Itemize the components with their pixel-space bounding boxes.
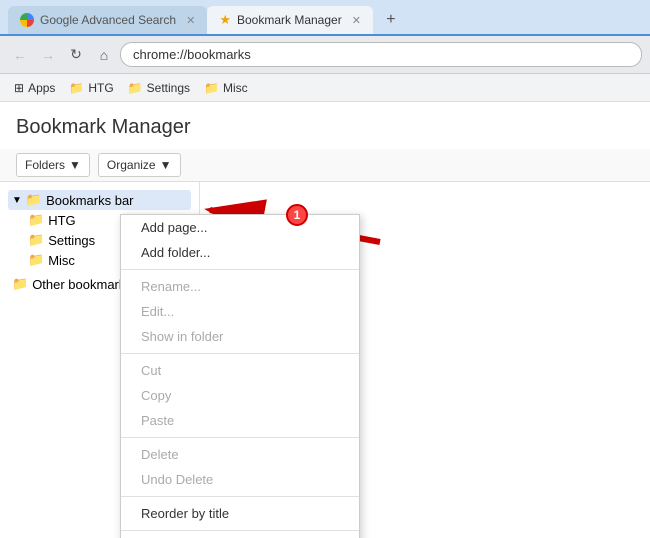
htg-label: HTG — [88, 81, 113, 95]
htg-tree-folder-icon: 📁 — [28, 212, 44, 228]
menu-sep-5 — [121, 530, 359, 531]
misc-tree-label: Misc — [48, 253, 75, 268]
settings-tree-label: Settings — [48, 233, 95, 248]
other-bookmarks-folder-icon: 📁 — [12, 276, 28, 292]
folders-label: Folders — [25, 158, 65, 172]
settings-label: Settings — [147, 81, 190, 95]
tab-bookmark-label: Bookmark Manager — [237, 13, 342, 27]
menu-show-in-folder: Show in folder — [121, 324, 359, 349]
bookmarks-bar-folder-icon: 📁 — [26, 192, 42, 208]
bm-content: ▼ 📁 Bookmarks bar 📁 HTG 📁 Settings 📁 — [0, 182, 650, 538]
other-bookmarks-tree-label: Other bookmarks — [32, 277, 132, 292]
bookmark-tab-star-icon: ★ — [219, 12, 231, 28]
refresh-button[interactable]: ↻ — [64, 43, 88, 67]
main-content: Bookmark Manager Folders ▼ Organize ▼ ▼ … — [0, 102, 650, 538]
organize-label: Organize — [107, 158, 156, 172]
misc-folder-icon: 📁 — [204, 81, 219, 95]
menu-paste: Paste — [121, 408, 359, 433]
menu-add-page[interactable]: Add page... — [121, 215, 359, 240]
menu-undo-delete: Undo Delete — [121, 467, 359, 492]
menu-sep-4 — [121, 496, 359, 497]
bm-toolbar: Folders ▼ Organize ▼ — [0, 149, 650, 182]
url-text: chrome://bookmarks — [133, 47, 251, 62]
settings-folder-icon: 📁 — [128, 81, 143, 95]
tab-google-advanced-search[interactable]: Google Advanced Search ✕ — [8, 6, 207, 34]
tab-bar: Google Advanced Search ✕ ★ Bookmark Mana… — [0, 0, 650, 36]
expand-icon: ▼ — [12, 195, 22, 206]
organize-button[interactable]: Organize ▼ — [98, 153, 181, 177]
menu-cut: Cut — [121, 358, 359, 383]
nav-bar: ← → ↻ ⌂ chrome://bookmarks — [0, 36, 650, 74]
forward-button[interactable]: → — [36, 43, 60, 67]
apps-label: Apps — [28, 81, 55, 95]
folders-button[interactable]: Folders ▼ — [16, 153, 90, 177]
organize-chevron-icon: ▼ — [160, 158, 172, 172]
bookmarks-bar-tree-label: Bookmarks bar — [46, 193, 133, 208]
address-bar[interactable]: chrome://bookmarks — [120, 42, 642, 67]
bookmarks-bar-misc[interactable]: 📁 Misc — [198, 79, 254, 97]
bookmarks-bar-settings[interactable]: 📁 Settings — [122, 79, 196, 97]
misc-label: Misc — [223, 81, 248, 95]
page-title: Bookmark Manager — [0, 102, 650, 149]
menu-copy: Copy — [121, 383, 359, 408]
tab-bookmark-manager[interactable]: ★ Bookmark Manager ✕ — [207, 6, 373, 34]
bookmarks-bar: ⊞ Apps 📁 HTG 📁 Settings 📁 Misc — [0, 74, 650, 102]
tab-bookmark-close-icon[interactable]: ✕ — [352, 14, 361, 27]
menu-edit: Edit... — [121, 299, 359, 324]
organize-dropdown-menu: Add page... Add folder... Rename... Edit… — [120, 214, 360, 538]
misc-tree-folder-icon: 📁 — [28, 252, 44, 268]
folders-chevron-icon: ▼ — [69, 158, 81, 172]
menu-add-folder[interactable]: Add folder... — [121, 240, 359, 265]
htg-folder-icon: 📁 — [69, 81, 84, 95]
tree-item-bookmarks-bar[interactable]: ▼ 📁 Bookmarks bar — [8, 190, 191, 210]
menu-delete: Delete — [121, 442, 359, 467]
apps-grid-icon: ⊞ — [14, 81, 24, 95]
menu-rename: Rename... — [121, 274, 359, 299]
menu-reorder-by-title[interactable]: Reorder by title — [121, 501, 359, 526]
new-tab-button[interactable]: + — [377, 6, 405, 34]
google-favicon-icon — [20, 13, 34, 27]
browser-frame: Google Advanced Search ✕ ★ Bookmark Mana… — [0, 0, 650, 538]
htg-tree-label: HTG — [48, 213, 75, 228]
home-button[interactable]: ⌂ — [92, 43, 116, 67]
settings-tree-folder-icon: 📁 — [28, 232, 44, 248]
menu-sep-2 — [121, 353, 359, 354]
bookmarks-bar-htg[interactable]: 📁 HTG — [63, 79, 119, 97]
bookmarks-bar-apps[interactable]: ⊞ Apps — [8, 79, 61, 97]
tab-google-label: Google Advanced Search — [40, 13, 176, 27]
menu-sep-3 — [121, 437, 359, 438]
tab-google-close-icon[interactable]: ✕ — [186, 14, 195, 27]
back-button[interactable]: ← — [8, 43, 32, 67]
menu-sep-1 — [121, 269, 359, 270]
